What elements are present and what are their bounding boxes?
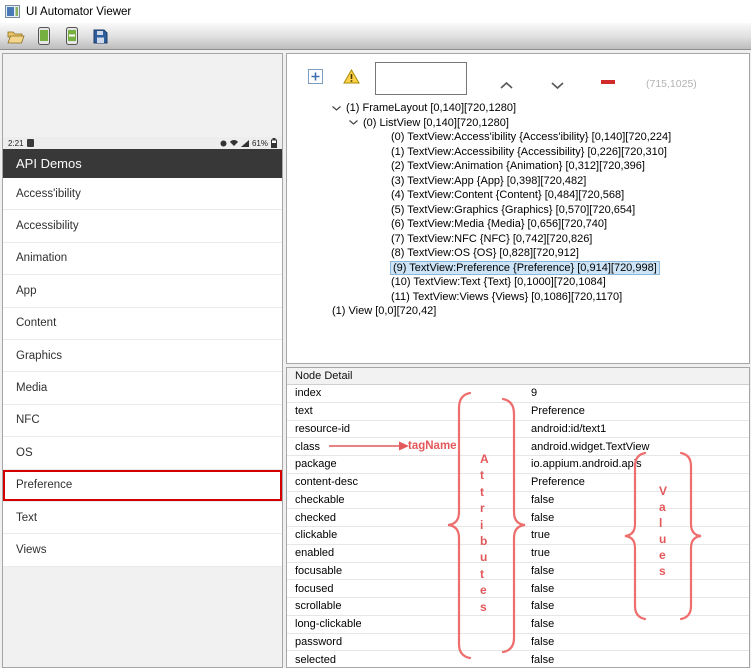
- minus-icon[interactable]: [601, 80, 615, 84]
- table-row-clickable: clickable true: [287, 527, 749, 545]
- table-row-checked: checked false: [287, 509, 749, 527]
- title-bar: UI Automator Viewer: [0, 0, 751, 23]
- tree-node-textview-1[interactable]: (1) TextView:Accessibility {Accessibilit…: [287, 145, 749, 160]
- wifi-icon: [229, 140, 238, 146]
- table-row-focusable: focusable false: [287, 563, 749, 581]
- table-row-class: class android.widget.TextView: [287, 438, 749, 456]
- node-detail-title: Node Detail: [287, 368, 749, 385]
- tree-node-textview-10[interactable]: (10) TextView:Text {Text} [0,1000][720,1…: [287, 275, 749, 290]
- device-screenshot-compressed-icon[interactable]: [62, 26, 82, 46]
- selected-tree-node: (9) TextView:Preference {Preference} [0,…: [390, 260, 660, 275]
- save-icon[interactable]: [90, 26, 110, 46]
- table-row-focused: focused false: [287, 580, 749, 598]
- device-status-bar: 2:21 61%: [3, 137, 282, 149]
- alarm-icon: [220, 140, 227, 146]
- menu-item-preference[interactable]: Preference: [3, 469, 282, 502]
- app-title-bar: API Demos: [3, 149, 282, 178]
- chevron-expanded-icon[interactable]: [349, 120, 363, 126]
- tree-node-textview-5[interactable]: (5) TextView:Graphics {Graphics} [0,570]…: [287, 203, 749, 218]
- table-row-password: password false: [287, 634, 749, 652]
- menu-item-views[interactable]: Views: [3, 534, 282, 567]
- app-icon: [5, 5, 20, 18]
- pointer-coordinates: (715,1025): [646, 78, 697, 90]
- status-time: 2:21: [8, 138, 24, 148]
- tree-node-textview-9-selected[interactable]: (9) TextView:Preference {Preference} [0,…: [287, 260, 749, 276]
- window-title: UI Automator Viewer: [26, 5, 132, 18]
- menu-item-graphics[interactable]: Graphics: [3, 339, 282, 373]
- demo-menu-list: Access'ibility Accessibility Animation A…: [3, 178, 282, 567]
- signal-icon: [240, 139, 249, 147]
- battery-icon: [271, 138, 277, 148]
- battery-percent: 61%: [251, 138, 268, 148]
- tree-node-framelayout[interactable]: (1) FrameLayout [0,140][720,1280]: [287, 101, 749, 116]
- menu-item-media[interactable]: Media: [3, 372, 282, 405]
- menu-item-animation[interactable]: Animation: [3, 242, 282, 276]
- ui-automator-viewer-window: UI Automator Viewer 2:21 61% API Demos A…: [0, 0, 751, 668]
- expand-all-icon[interactable]: [308, 69, 323, 89]
- menu-item-nfc[interactable]: NFC: [3, 404, 282, 438]
- device-screenshot-panel: 2:21 61% API Demos Access'ibility Access…: [2, 53, 283, 668]
- tree-node-textview-4[interactable]: (4) TextView:Content {Content} [0,484][7…: [287, 188, 749, 203]
- chevron-up-icon[interactable]: [500, 76, 513, 94]
- tree-node-textview-7[interactable]: (7) TextView:NFC {NFC} [0,742][720,826]: [287, 232, 749, 247]
- open-folder-icon[interactable]: [6, 26, 26, 46]
- tree-node-listview[interactable]: (0) ListView [0,140][720,1280]: [287, 116, 749, 131]
- menu-item-os[interactable]: OS: [3, 437, 282, 470]
- search-input[interactable]: [375, 62, 467, 95]
- menu-item-app[interactable]: App: [3, 275, 282, 308]
- table-row-content-desc: content-desc Preference: [287, 474, 749, 492]
- tree-node-textview-0[interactable]: (0) TextView:Access'ibility {Access'ibil…: [287, 130, 749, 145]
- notification-icon: [26, 139, 34, 147]
- menu-item-text[interactable]: Text: [3, 501, 282, 535]
- tree-node-textview-8[interactable]: (8) TextView:OS {OS} [0,828][720,912]: [287, 246, 749, 261]
- node-detail-panel: Node Detail index 9 text Preference resour…: [286, 367, 750, 668]
- hierarchy-tree: (1) FrameLayout [0,140][720,1280] (0) Li…: [287, 101, 749, 319]
- tree-node-view[interactable]: (1) View [0,0][720,42]: [287, 304, 749, 319]
- hierarchy-tree-panel: (715,1025) (1) FrameLayout [0,140][720,1…: [286, 53, 750, 364]
- device-screenshot-icon[interactable]: [34, 26, 54, 46]
- warning-icon[interactable]: [343, 68, 360, 89]
- table-row-package: package io.appium.android.apis: [287, 456, 749, 474]
- tree-node-textview-2[interactable]: (2) TextView:Animation {Animation} [0,31…: [287, 159, 749, 174]
- tree-node-textview-11[interactable]: (11) TextView:Views {Views} [0,1086][720…: [287, 290, 749, 305]
- table-row-text: text Preference: [287, 403, 749, 421]
- table-row-index: index 9: [287, 385, 749, 403]
- table-row-selected: selected false: [287, 651, 749, 667]
- table-row-long-clickable: long-clickable false: [287, 616, 749, 634]
- main-toolbar: [0, 23, 751, 50]
- chevron-expanded-icon[interactable]: [332, 105, 346, 111]
- chevron-down-icon[interactable]: [551, 76, 564, 94]
- tree-node-textview-6[interactable]: (6) TextView:Media {Media} [0,656][720,7…: [287, 217, 749, 232]
- table-row-enabled: enabled true: [287, 545, 749, 563]
- menu-item-content[interactable]: Content: [3, 307, 282, 340]
- table-row-scrollable: scrollable false: [287, 598, 749, 616]
- menu-item-accessibility-1[interactable]: Access'ibility: [3, 178, 282, 211]
- table-row-checkable: checkable false: [287, 492, 749, 510]
- menu-item-accessibility-2[interactable]: Accessibility: [3, 210, 282, 243]
- table-row-resource-id: resource-id android:id/text1: [287, 421, 749, 439]
- device-screen: 2:21 61% API Demos Access'ibility Access…: [3, 137, 282, 567]
- tree-node-textview-3[interactable]: (3) TextView:App {App} [0,398][720,482]: [287, 174, 749, 189]
- node-detail-table: index 9 text Preference resource-id android…: [287, 385, 749, 667]
